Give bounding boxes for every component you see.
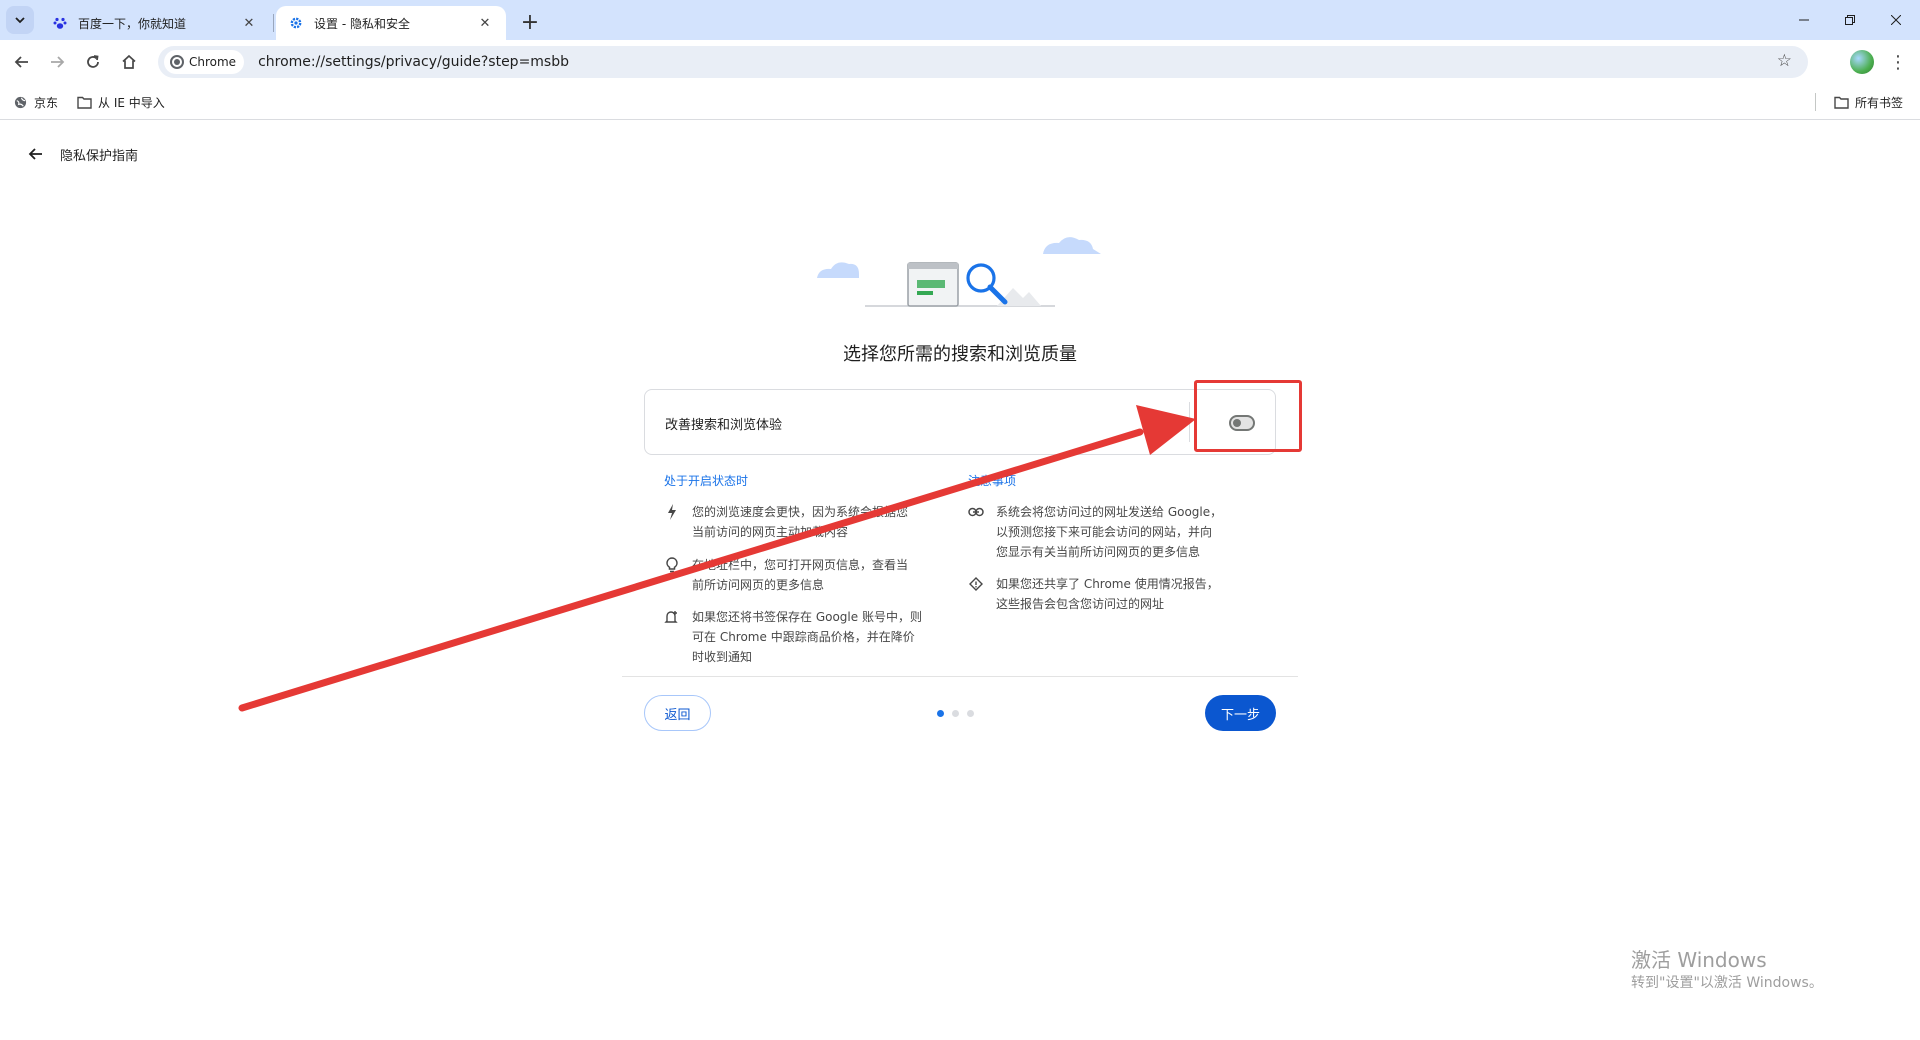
feature-text: 如果您还共享了 Chrome 使用情况报告， 这些报告会包含您访问过的网址	[996, 577, 1219, 611]
lightbulb-icon	[664, 555, 680, 575]
step-dot	[952, 710, 959, 717]
restore-button[interactable]	[1827, 0, 1873, 40]
feature-item: 系统会将您访问过的网址发送给 Google， 以预测您接下来可能会访问的网站，并…	[968, 502, 1222, 562]
bookmark-label: 京东	[34, 95, 59, 110]
close-window-button[interactable]	[1873, 0, 1919, 40]
chrome-icon	[170, 55, 184, 69]
bookmark-ie-import[interactable]: 从 IE 中导入	[76, 92, 165, 112]
restore-icon	[1845, 15, 1855, 25]
site-info-chip[interactable]: Chrome	[164, 50, 245, 74]
msbb-setting-row[interactable]: 改善搜索和浏览体验	[644, 389, 1276, 455]
address-bar[interactable]: Chrome chrome://settings/privacy/guide?s…	[158, 46, 1808, 78]
globe-icon	[12, 94, 28, 110]
footer-divider	[622, 676, 1298, 677]
annotation-arrow	[238, 405, 1196, 712]
feature-text: 系统会将您访问过的网址发送给 Google， 以预测您接下来可能会访问的网站，并…	[996, 505, 1223, 559]
feature-text: 如果您还将书签保存在 Google 账号中，则 可在 Chrome 中跟踪商品价…	[692, 610, 922, 664]
arrow-left-icon	[28, 148, 42, 160]
report-icon	[968, 574, 984, 594]
step-dot	[967, 710, 974, 717]
tab-title: 设置 - 隐私和安全	[314, 16, 410, 31]
menu-kebab-icon[interactable]: ⋮	[1886, 50, 1910, 74]
all-bookmarks-label: 所有书签	[1855, 95, 1904, 110]
home-button[interactable]	[115, 48, 143, 76]
back-button[interactable]: 返回	[644, 695, 711, 731]
url-text[interactable]: chrome://settings/privacy/guide?step=msb…	[258, 54, 569, 70]
home-icon	[122, 54, 136, 69]
tab-strip: 百度一下，你就知道 ✕ 设置 - 隐私和安全 ✕ +	[0, 0, 1920, 40]
profile-avatar[interactable]	[1850, 50, 1874, 74]
feature-item: 如果您还将书签保存在 Google 账号中，则 可在 Chrome 中跟踪商品价…	[664, 607, 922, 667]
feature-item: 如果您还共享了 Chrome 使用情况报告， 这些报告会包含您访问过的网址	[968, 574, 1219, 614]
bookmark-jd[interactable]: 京东	[12, 92, 58, 112]
feature-item: 在地址栏中，您可打开网页信息，查看当 前所访问网页的更多信息	[664, 555, 908, 595]
minimize-icon	[1799, 19, 1809, 21]
bookmark-label: 从 IE 中导入	[98, 95, 165, 110]
bookmark-star-icon[interactable]: ☆	[1777, 51, 1792, 71]
forward-button[interactable]	[43, 48, 71, 76]
feature-item: 您的浏览速度会更快，因为系统会根据您 当前访问的网页主动加载内容	[664, 502, 908, 542]
close-icon	[1891, 15, 1901, 25]
chevron-down-icon	[15, 17, 25, 24]
bookmarks-bar: 京东 从 IE 中导入 所有书签	[0, 84, 1920, 120]
tab-separator	[273, 14, 274, 32]
arrow-right-icon	[51, 56, 65, 68]
close-icon[interactable]: ✕	[476, 14, 494, 32]
browser-toolbar: Chrome chrome://settings/privacy/guide?s…	[0, 40, 1920, 84]
site-chip-label: Chrome	[189, 55, 237, 69]
step-indicator	[937, 710, 974, 717]
all-bookmarks-button[interactable]: 所有书签	[1833, 92, 1903, 112]
link-icon	[968, 502, 984, 522]
tab-settings[interactable]: 设置 - 隐私和安全 ✕	[276, 6, 506, 40]
activation-watermark-title: 激活 Windows	[1631, 948, 1767, 972]
next-button[interactable]: 下一步	[1205, 695, 1276, 731]
feature-text: 在地址栏中，您可打开网页信息，查看当 前所访问网页的更多信息	[692, 558, 909, 592]
page-back-button[interactable]	[22, 140, 50, 168]
tab-title: 百度一下，你就知道	[78, 16, 187, 31]
settings-gear-icon	[288, 15, 304, 31]
setting-label: 改善搜索和浏览体验	[665, 418, 783, 433]
toggle-divider	[1189, 402, 1190, 442]
folder-icon	[76, 94, 92, 110]
annotation-highlight-box	[1194, 380, 1302, 452]
feature-text: 您的浏览速度会更快，因为系统会根据您 当前访问的网页主动加载内容	[692, 505, 909, 539]
lightning-icon	[664, 502, 680, 522]
bookmarks-separator	[1815, 93, 1816, 111]
step-dot-active	[937, 710, 944, 717]
things-to-consider-heading: 注意事项	[968, 474, 1017, 488]
tab-search-button[interactable]	[6, 6, 34, 34]
arrow-left-icon	[14, 56, 28, 68]
back-button[interactable]	[8, 48, 36, 76]
reload-icon	[87, 55, 99, 68]
activation-watermark-subtitle: 转到"设置"以激活 Windows。	[1631, 975, 1823, 991]
minimize-button[interactable]	[1781, 0, 1827, 40]
baidu-paw-icon	[52, 15, 68, 31]
tab-baidu[interactable]: 百度一下，你就知道 ✕	[40, 6, 270, 40]
when-on-heading: 处于开启状态时	[664, 474, 749, 488]
privacy-guide-illustration	[817, 237, 1101, 307]
new-tab-button[interactable]: +	[516, 8, 544, 36]
price-alert-icon	[664, 607, 680, 627]
close-icon[interactable]: ✕	[240, 14, 258, 32]
folder-icon	[1833, 94, 1849, 110]
reload-button[interactable]	[79, 48, 107, 76]
page-title: 隐私保护指南	[60, 149, 139, 164]
step-title: 选择您所需的搜索和浏览质量	[843, 344, 1077, 365]
